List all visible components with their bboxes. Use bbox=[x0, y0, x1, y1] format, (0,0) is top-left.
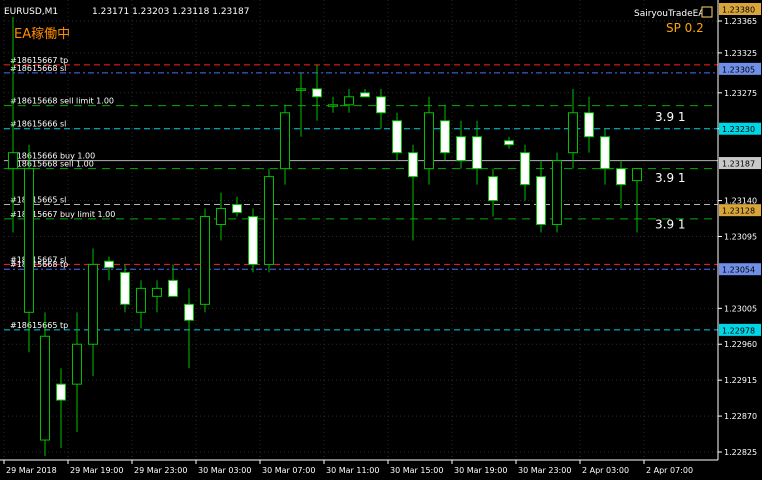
candle-body bbox=[264, 176, 274, 265]
time-tick-label: 29 Mar 2018 bbox=[6, 466, 57, 475]
spread-label: SP 0.2 bbox=[666, 21, 704, 35]
time-tick-label: 30 Mar 19:00 bbox=[454, 466, 507, 475]
candle-body bbox=[552, 160, 562, 226]
candle-body bbox=[504, 140, 514, 146]
candle-body bbox=[216, 208, 226, 226]
candle-body bbox=[136, 287, 146, 313]
candle-body bbox=[104, 260, 114, 269]
candle-body bbox=[472, 136, 482, 170]
candle-body bbox=[632, 168, 642, 182]
counter-label: 3.9 1 bbox=[655, 218, 686, 232]
price-tag-label: 1.22978 bbox=[722, 326, 755, 335]
candle-body bbox=[72, 343, 82, 385]
candle-body bbox=[344, 96, 354, 106]
price-tag-label: 1.23305 bbox=[722, 65, 755, 74]
candle-body bbox=[40, 335, 50, 441]
ea-status: EA稼働中 bbox=[14, 27, 70, 42]
time-tick-label: 30 Mar 07:00 bbox=[262, 466, 315, 475]
price-tag-label: 1.23187 bbox=[722, 160, 755, 169]
price-tag-label: 1.23128 bbox=[722, 207, 755, 216]
candle-body bbox=[200, 216, 210, 305]
price-tick-label: 1.22825 bbox=[724, 448, 757, 457]
time-tick-label: 2 Apr 07:00 bbox=[646, 466, 693, 475]
time-tick-label: 29 Mar 23:00 bbox=[134, 466, 187, 475]
counter-label: 3.9 1 bbox=[655, 171, 686, 185]
symbol-header: EURUSD,M1 bbox=[4, 7, 58, 17]
order-line-label: #18615668 sell 1.00 bbox=[10, 160, 94, 169]
candle-body bbox=[24, 168, 34, 313]
candle-body bbox=[88, 263, 98, 345]
time-tick-label: 29 Mar 19:00 bbox=[70, 466, 123, 475]
price-tick-label: 1.23365 bbox=[724, 17, 757, 26]
candle-body bbox=[568, 112, 578, 154]
counter-label: 3.9 1 bbox=[655, 110, 686, 124]
price-tick-label: 1.23275 bbox=[724, 89, 757, 98]
candle-body bbox=[536, 176, 546, 226]
price-chart[interactable]: #18615667 tp#18615668 sl#18615668 sell l… bbox=[0, 0, 762, 480]
candle-body bbox=[184, 303, 194, 321]
order-line-label: #18615668 sell limit 1.00 bbox=[10, 97, 114, 106]
price-tag-label: 1.23230 bbox=[722, 125, 755, 134]
candle-body bbox=[312, 88, 322, 98]
candle-body bbox=[8, 152, 18, 170]
ohlc-values: 1.23171 1.23203 1.23118 1.23187 bbox=[92, 7, 249, 17]
time-tick-label: 30 Mar 11:00 bbox=[326, 466, 379, 475]
candle-body bbox=[296, 88, 306, 91]
price-tag-label: 1.23380 bbox=[722, 6, 755, 15]
ea-name-checkbox[interactable] bbox=[701, 6, 713, 18]
price-tag-label: 1.23054 bbox=[722, 266, 755, 275]
candle-body bbox=[584, 112, 594, 138]
candle-body bbox=[408, 152, 418, 178]
candle-body bbox=[328, 104, 338, 107]
candle-body bbox=[168, 279, 178, 297]
time-axis: 29 Mar 2018 29 Mar 19:00 29 Mar 23:00 30 Ma… bbox=[3, 460, 693, 475]
time-tick-label: 2 Apr 03:00 bbox=[582, 466, 629, 475]
candle-body bbox=[392, 120, 402, 154]
candle-body bbox=[424, 112, 434, 170]
candle-body bbox=[456, 136, 466, 162]
candle-body bbox=[520, 152, 530, 186]
time-tick-label: 30 Mar 03:00 bbox=[198, 466, 251, 475]
candle-body bbox=[488, 176, 498, 202]
candle-body bbox=[376, 96, 386, 114]
candle-body bbox=[616, 168, 626, 186]
candle-body bbox=[120, 271, 130, 305]
price-tick-label: 1.22960 bbox=[724, 340, 757, 349]
candle-body bbox=[248, 216, 258, 265]
candle-body bbox=[280, 112, 290, 170]
price-tick-label: 1.22870 bbox=[724, 412, 757, 421]
candle-body bbox=[152, 287, 162, 297]
candle-body bbox=[600, 136, 610, 170]
order-line-label: #18615665 tp bbox=[10, 321, 68, 330]
order-line-label: #18615668 tp bbox=[10, 260, 68, 269]
order-line-label: #18615666 sl bbox=[10, 120, 66, 129]
candle-body bbox=[360, 92, 370, 98]
price-tick-label: 1.23325 bbox=[724, 49, 757, 58]
candle-body bbox=[440, 120, 450, 154]
price-axis: 1.233651.233251.232751.232301.231401.230… bbox=[718, 17, 757, 457]
time-tick-label: 30 Mar 23:00 bbox=[518, 466, 571, 475]
price-tick-label: 1.23095 bbox=[724, 232, 757, 241]
candle-body bbox=[232, 204, 242, 214]
counter-labels: 3.9 1 3.9 1 3.9 1 bbox=[655, 110, 686, 232]
price-tick-label: 1.22915 bbox=[724, 376, 757, 385]
candle-body bbox=[56, 383, 66, 401]
chart-grid bbox=[3, 0, 718, 460]
order-line-label: #18615668 sl bbox=[10, 64, 66, 73]
order-line-label: #18615665 sl bbox=[10, 196, 66, 205]
time-tick-label: 30 Mar 15:00 bbox=[390, 466, 443, 475]
ea-name: SairyouTradeEA bbox=[634, 9, 705, 19]
price-tick-label: 1.23005 bbox=[724, 304, 757, 313]
